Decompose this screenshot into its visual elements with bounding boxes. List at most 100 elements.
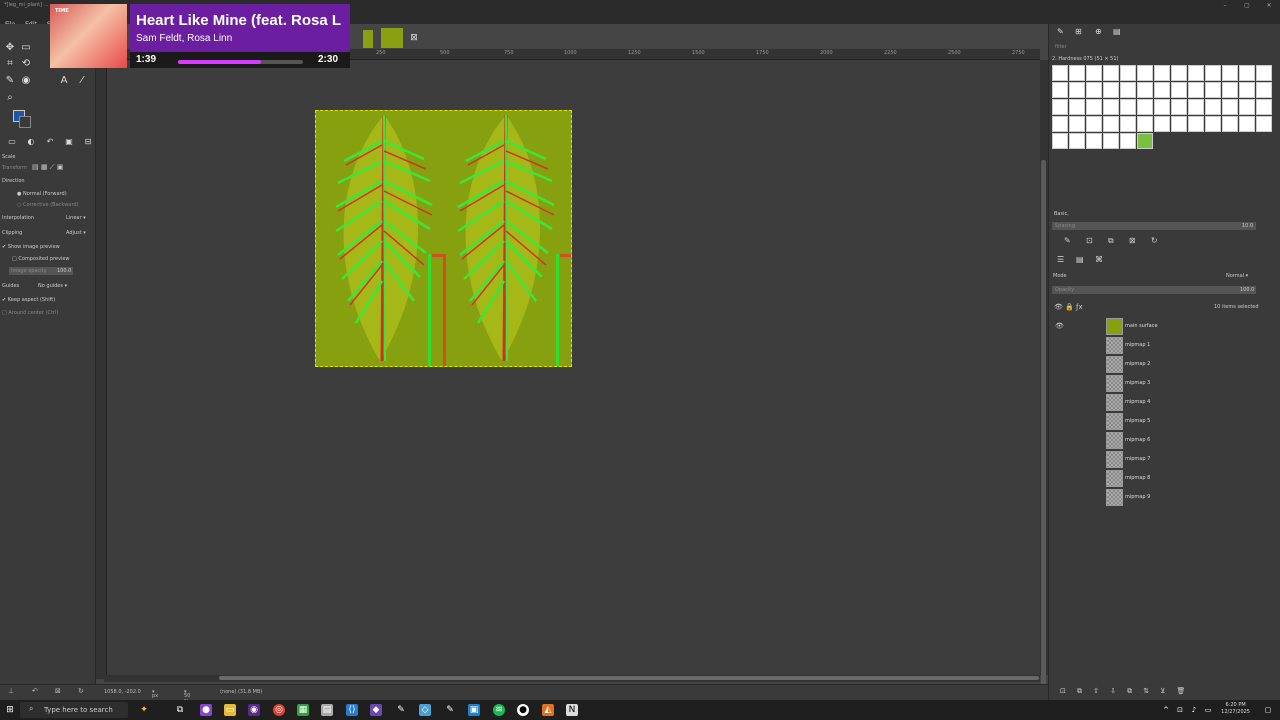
visibility-icon[interactable]: 👁: [1055, 322, 1064, 330]
brush-swatch[interactable]: [1086, 65, 1102, 81]
brush-swatch[interactable]: [1256, 99, 1272, 115]
image-tab-thumbnail[interactable]: [381, 28, 403, 48]
file-explorer-icon[interactable]: ▭: [224, 704, 236, 716]
app-icon[interactable]: ●: [200, 704, 212, 716]
horizontal-scroll-thumb[interactable]: [219, 676, 1039, 680]
brush-swatch[interactable]: [1171, 116, 1187, 132]
brush-swatch[interactable]: [1256, 82, 1272, 98]
brush-swatch[interactable]: [1137, 82, 1153, 98]
layer-row[interactable]: mipmap 5: [1052, 412, 1276, 431]
image-tab-thumbnail[interactable]: [363, 30, 373, 48]
brush-swatch[interactable]: [1086, 99, 1102, 115]
gimp-icon[interactable]: ✎: [395, 704, 407, 716]
app-icon[interactable]: ▤: [321, 704, 333, 716]
brush-actions-icon[interactable]: ✎ ⊡ ⧉ ⊠ ↻: [1064, 236, 1158, 246]
clone-tool-icon[interactable]: ◉: [20, 75, 32, 87]
tool-options-tab-icon[interactable]: ▭: [6, 136, 18, 148]
brush-swatch[interactable]: [1086, 82, 1102, 98]
brush-swatch[interactable]: [1069, 133, 1085, 149]
brush-swatch[interactable]: [1103, 116, 1119, 132]
device-status-icon[interactable]: ◐: [25, 136, 37, 148]
images-tab-icon[interactable]: ▣: [63, 136, 75, 148]
tray-chevron-icon[interactable]: ^: [1160, 704, 1172, 716]
layer-row[interactable]: 👁 main surface: [1052, 317, 1276, 336]
brush-swatch[interactable]: [1188, 65, 1204, 81]
brush-swatch[interactable]: [1103, 65, 1119, 81]
brush-swatch[interactable]: [1171, 99, 1187, 115]
brush-swatch[interactable]: [1205, 99, 1221, 115]
mode-dropdown[interactable]: Normal ▾: [1226, 273, 1248, 279]
unit-dropdown[interactable]: px ▾: [152, 689, 158, 699]
brush-swatch[interactable]: [1103, 82, 1119, 98]
volume-icon[interactable]: ♪: [1188, 704, 1200, 716]
brush-swatch[interactable]: [1069, 99, 1085, 115]
brush-swatch[interactable]: [1239, 116, 1255, 132]
maximize-button[interactable]: ▢: [1236, 0, 1258, 11]
windows-start-icon[interactable]: ⊞: [4, 704, 16, 716]
vscode-icon[interactable]: ⟨⟩: [346, 704, 358, 716]
app-icon[interactable]: ▣: [468, 704, 480, 716]
text-tool-icon[interactable]: A: [58, 75, 70, 87]
app-icon[interactable]: ▦: [297, 704, 309, 716]
patterns-tab-icon[interactable]: ⊞: [1075, 27, 1082, 36]
brush-swatch[interactable]: [1239, 82, 1255, 98]
brush-swatch[interactable]: [1205, 65, 1221, 81]
undo-icon[interactable]: ↶: [32, 687, 38, 695]
document-tab-icon[interactable]: ▤: [1113, 27, 1121, 36]
horizontal-scrollbar[interactable]: [104, 675, 1040, 682]
brush-swatch[interactable]: [1120, 116, 1136, 132]
brush-swatch[interactable]: [1069, 116, 1085, 132]
brush-swatch[interactable]: [1137, 133, 1153, 149]
move-tool-icon[interactable]: ✥: [4, 42, 16, 54]
warp-tool-icon[interactable]: ⟲: [20, 58, 32, 70]
brush-swatch[interactable]: [1120, 82, 1136, 98]
brush-swatch[interactable]: [1137, 65, 1153, 81]
normal-map-image[interactable]: [315, 110, 572, 367]
brush-swatch[interactable]: [1154, 65, 1170, 81]
brush-swatch[interactable]: [1188, 82, 1204, 98]
vertical-ruler[interactable]: [96, 49, 107, 679]
guides-dropdown[interactable]: No guides ▾: [38, 283, 67, 289]
layer-row[interactable]: mipmap 4: [1052, 393, 1276, 412]
paint-tool-icon[interactable]: ✎: [4, 75, 16, 87]
zoom-tool-icon[interactable]: ⌕: [4, 92, 16, 104]
brush-swatch[interactable]: [1171, 82, 1187, 98]
brush-swatch[interactable]: [1069, 82, 1085, 98]
brush-swatch[interactable]: [1137, 116, 1153, 132]
brush-swatch[interactable]: [1120, 133, 1136, 149]
direction-backward-radio[interactable]: ○ Corrective (Backward): [17, 202, 79, 208]
spacing-slider[interactable]: [1052, 222, 1256, 230]
show-preview-checkbox[interactable]: ✔ Show image preview: [2, 244, 60, 250]
undo-history-icon[interactable]: ↶: [44, 136, 56, 148]
brush-swatch[interactable]: [1205, 82, 1221, 98]
canvas-area[interactable]: [107, 60, 1040, 675]
brush-swatch[interactable]: [1052, 99, 1068, 115]
brush-swatch[interactable]: [1205, 116, 1221, 132]
clear-icon[interactable]: ⊠: [55, 687, 61, 695]
composited-preview-checkbox[interactable]: □ Composited preview: [12, 256, 70, 262]
minimize-button[interactable]: –: [1214, 0, 1236, 11]
brush-swatch[interactable]: [1086, 133, 1102, 149]
brush-swatch[interactable]: [1137, 99, 1153, 115]
channels-tab-icon[interactable]: ▤: [1076, 255, 1084, 264]
brush-swatch[interactable]: [1052, 133, 1068, 149]
brush-filter-input[interactable]: filter: [1055, 44, 1067, 50]
notifications-icon[interactable]: ▢: [1262, 704, 1274, 716]
app-icon[interactable]: N: [566, 704, 578, 716]
brush-swatch[interactable]: [1154, 82, 1170, 98]
brush-swatch[interactable]: [1103, 133, 1119, 149]
layer-row[interactable]: mipmap 3: [1052, 374, 1276, 393]
around-center-checkbox[interactable]: □ Around center (Ctrl): [2, 310, 58, 316]
clock[interactable]: 6:20 PM 12/27/2025: [1221, 702, 1250, 716]
direction-forward-radio[interactable]: ● Normal (Forward): [17, 191, 67, 197]
app-icon[interactable]: ◇: [419, 704, 431, 716]
layer-row[interactable]: mipmap 1: [1052, 336, 1276, 355]
brush-swatch[interactable]: [1154, 99, 1170, 115]
brush-swatch[interactable]: [1256, 116, 1272, 132]
network-icon[interactable]: ⊡: [1174, 704, 1186, 716]
brush-swatch[interactable]: [1086, 116, 1102, 132]
layer-row[interactable]: mipmap 9: [1052, 488, 1276, 507]
close-button[interactable]: ✕: [1258, 0, 1280, 11]
task-view-icon[interactable]: ⧉: [174, 704, 186, 716]
brush-swatch[interactable]: [1103, 99, 1119, 115]
